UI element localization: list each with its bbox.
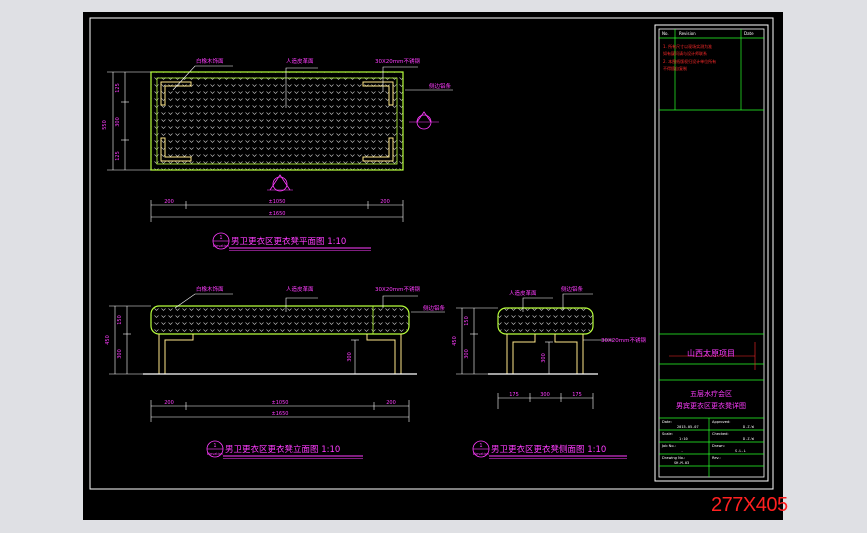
svg-text:Checked:: Checked: [712,432,729,436]
svg-text:Rev.:: Rev.: [712,456,721,460]
elevation-dim-mid: ±1050 [272,400,289,406]
side-dim-h-leg: 300 [464,349,470,359]
side-title: 男卫更衣区更衣凳侧面图 1:10 [491,444,606,455]
elevation-label-edge: 侧边铝条 [423,304,446,312]
side-dim-a: 175 [509,392,519,398]
elevation-legs [158,334,402,375]
plan-dim-mid: ±1050 [269,199,286,205]
tb-dwg-no: SH-M-03 [674,461,689,465]
side-dim-leg: 300 [541,353,547,363]
elevation-dim-total: ±1650 [272,411,289,417]
plan-dim-depth-a: 125 [115,83,121,93]
tb-note-1: 1. 所有尺寸以现场实测为准 [663,43,712,49]
plan-dim-left: 200 [164,199,174,205]
tb-note-2: 如有疑问请与设计师联系 [663,50,707,56]
elevation-title-mark: 1 Elevation [206,440,224,458]
elevation-label-mid: 人造皮革面 [286,285,314,293]
side-title-mark: 1 Elevation [472,440,490,458]
elevation-dim-h-total: 450 [105,335,111,345]
elevation-title: 男卫更衣区更衣凳立面图 1:10 [225,444,340,455]
svg-text:Drawn:: Drawn: [712,444,725,448]
tb-job: - [681,449,683,453]
elevation-dim-h-top: 150 [117,315,123,325]
svg-text:Job No.:: Job No.: [661,444,676,448]
svg-text:1: 1 [479,443,482,449]
plan-label-mid: 人造皮革面 [286,57,314,65]
plan-dim-depth-b: 300 [115,117,121,127]
plan-title-mark: 1 Elevation [212,232,230,250]
svg-text:Elevation: Elevation [207,452,223,456]
elevation-label-left: 白橡木饰面 [196,285,224,293]
side-dim-c: 175 [572,392,582,398]
plan-section-marker-right [409,111,439,130]
plan-label-left: 白橡木饰面 [196,57,224,65]
svg-text:1: 1 [213,443,216,449]
tb-header-date: Date [744,31,754,36]
cad-drawing: 白橡木饰面 人造皮革面 30X20mm不锈钢 侧边铝条 550 125 300 … [89,17,774,490]
tb-date: 2015-05-07 [677,425,699,429]
tb-note-3: 2. 本图纸版权归设计单位所有 [663,58,716,64]
plan-title: 男卫更衣区更衣凳平面图 1:10 [231,236,346,247]
side-label-mid: 人造皮革面 [509,289,537,297]
plan-label-edge: 侧边铝条 [429,82,452,90]
tb-drawing-name: 男宾更衣区更衣凳详图 [676,401,746,410]
elevation-dim-right: 200 [386,400,396,406]
side-view: 人造皮革面 侧边铝条 30X20mm不锈钢 450 150 300 300 17… [452,285,646,459]
tb-header-no: No. [662,31,669,36]
tb-note-4: 不得擅自复制 [663,65,687,71]
plan-cushion [150,71,404,171]
tb-scale: 1:10 [679,437,688,441]
side-dim-b: 300 [540,392,550,398]
side-cushion [497,307,594,335]
tb-area: 五层水疗会区 [690,389,732,398]
tb-header-revision: Revision [679,31,696,36]
elevation-label-right: 30X20mm不锈钢 [375,285,420,293]
elevation-dim-leg: 300 [347,352,353,362]
title-block: No. Revision Date 1. 所有尺寸以现场实测为准 如有疑问请与设… [654,24,769,482]
elevation-dim-left: 200 [164,400,174,406]
side-dim-h-total: 450 [452,336,458,346]
svg-text:Scale:: Scale: [662,432,673,436]
elevation-cushion [150,305,410,335]
side-label-right: 30X20mm不锈钢 [601,336,646,344]
sheet-size-label: 277X405 [711,494,788,516]
plan-dim-depth-c: 125 [115,151,121,161]
plan-label-right: 30X20mm不锈钢 [375,57,420,65]
plan-dim-depth-total: 550 [102,120,108,130]
svg-text:Elevation: Elevation [213,244,229,248]
svg-text:1: 1 [219,235,222,241]
side-dim-h-top: 150 [464,316,470,326]
side-label-edge: 侧边铝条 [561,285,584,293]
drawing-sheet: 白橡木饰面 人造皮革面 30X20mm不锈钢 侧边铝条 550 125 300 … [83,12,783,520]
plan-dim-right: 200 [380,199,390,205]
svg-text:Elevation: Elevation [473,452,489,456]
elevation-view: 白橡木饰面 人造皮革面 30X20mm不锈钢 侧边铝条 450 150 300 … [105,285,446,459]
plan-view: 白橡木饰面 人造皮革面 30X20mm不锈钢 侧边铝条 550 125 300 … [102,57,453,251]
tb-approved: D.Z.W [743,425,755,429]
plan-dim-total: ±1650 [269,211,286,217]
tb-drawn: S.L.L [735,449,746,453]
svg-text:Drawing No.:: Drawing No.: [662,456,685,460]
elevation-dim-h-leg: 300 [117,349,123,359]
tb-project: 山西太原项目 [687,348,735,358]
svg-text:Approved:: Approved: [712,420,730,424]
plan-section-marker-bottom [267,174,293,192]
svg-text:Date:: Date: [662,420,672,424]
tb-checked: D.Z.W [743,437,755,441]
